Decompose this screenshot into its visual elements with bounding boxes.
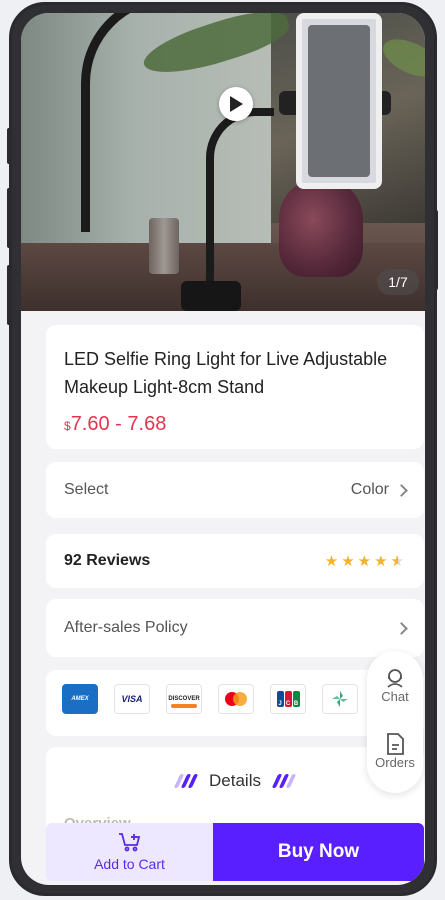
after-sales-label: After-sales Policy [64,619,188,636]
play-button[interactable] [219,87,253,121]
decor-slashes-icon [173,774,199,788]
star-icon: ★ [324,552,339,570]
rating-stars: ★ ★ ★ ★ ★ [325,554,404,569]
product-media[interactable]: 1/7 [21,13,425,311]
jcb-icon: JCB [270,684,306,714]
product-price: $7.60 - 7.68 [64,413,166,436]
add-to-cart-label: Add to Cart [94,856,165,872]
visa-icon: VISA [114,684,150,714]
phone-frame: 1/7 LED Selfie Ring Light for Live Adjus… [9,2,437,896]
buy-now-button[interactable]: Buy Now [213,823,424,881]
other-payment-icon [322,684,358,714]
price-value: 7.60 - 7.68 [70,413,167,435]
orders-button[interactable]: Orders [367,733,423,770]
cart-icon [118,833,140,852]
star-icon: ★ [357,552,372,570]
star-icon: ★ [374,552,388,570]
details-title: Details [209,771,261,790]
chat-label: Chat [381,689,409,704]
star-icon: ★ [341,552,355,570]
chat-icon [387,669,403,688]
media-counter: 1/7 [377,269,419,295]
add-to-cart-button[interactable]: Add to Cart [46,823,213,881]
floating-actions: Chat Orders [367,651,423,793]
select-value: Color [350,481,389,498]
play-icon [230,96,243,112]
half-star-icon: ★ [391,554,404,569]
discover-icon: DISCOVER [166,684,202,714]
select-variant-row[interactable]: Select Color [46,462,424,518]
reviews-row[interactable]: 92 Reviews ★ ★ ★ ★ ★ [46,534,424,588]
product-info-card: LED Selfie Ring Light for Live Adjustabl… [46,325,424,449]
app-screen: 1/7 LED Selfie Ring Light for Live Adjus… [21,13,425,885]
after-sales-row[interactable]: After-sales Policy [46,599,424,657]
orders-icon [387,733,404,755]
orders-label: Orders [375,755,415,770]
product-title: LED Selfie Ring Light for Live Adjustabl… [64,349,388,397]
select-label: Select [64,481,109,498]
decor-slashes-icon [271,774,297,788]
chevron-right-icon [395,483,408,497]
reviews-count: 92 Reviews [64,552,151,569]
chevron-right-icon [395,621,408,635]
chat-button[interactable]: Chat [367,667,423,704]
bottom-action-bar: Add to Cart Buy Now [46,823,424,881]
price-currency: $ [64,419,71,433]
mastercard-icon [218,684,254,714]
amex-icon: AMEX [62,684,98,714]
